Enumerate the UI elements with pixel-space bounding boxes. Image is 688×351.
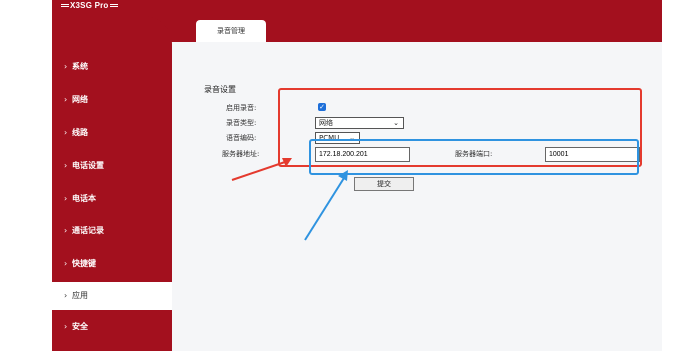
red-arrow-line xyxy=(231,161,286,181)
blue-arrow-line xyxy=(304,177,345,241)
annotation-arrows xyxy=(231,158,348,241)
